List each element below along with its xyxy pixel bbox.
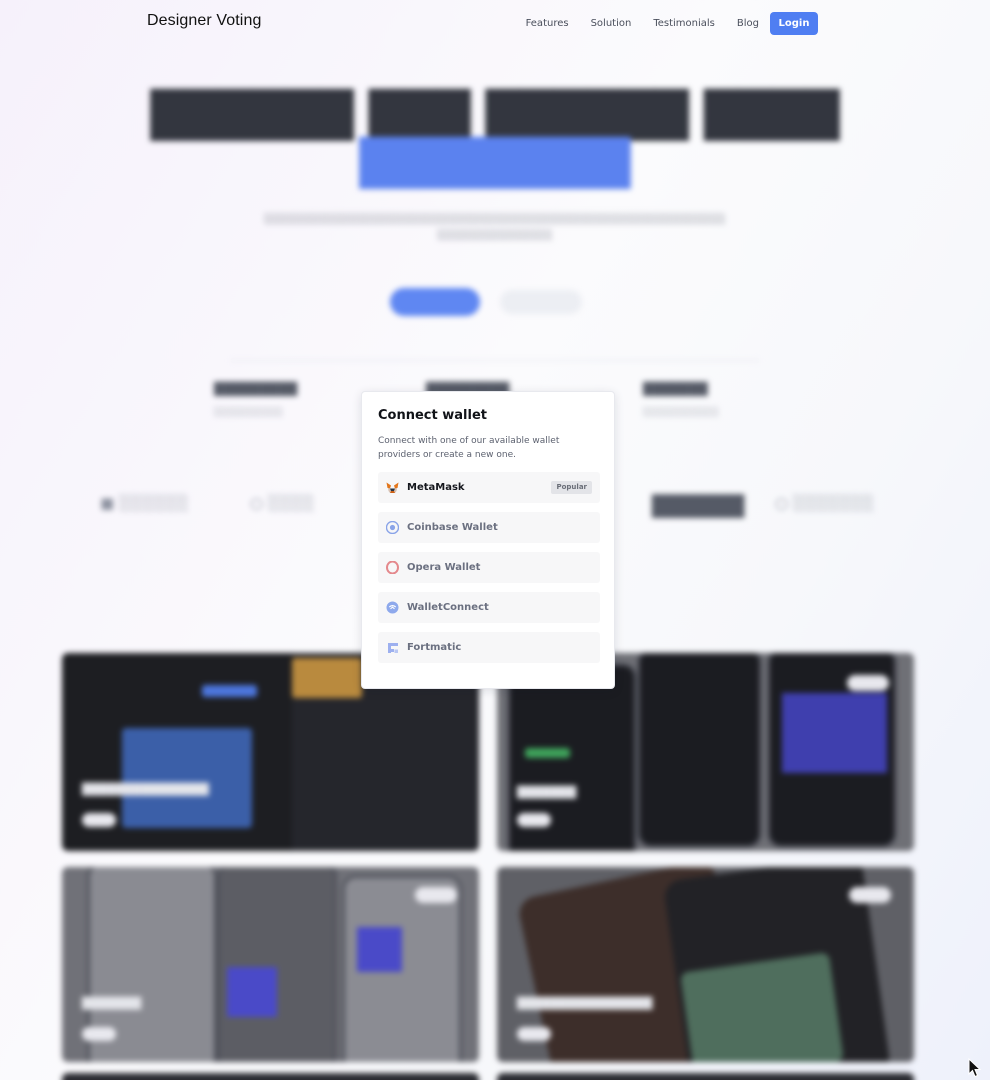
card-thumbnail [680,952,844,1062]
card-title-blurred: ███████████████ [82,783,209,796]
wallet-label: WalletConnect [407,602,489,613]
card-chip [517,1027,551,1041]
top-nav: Designer Voting Features Solution Testim… [0,0,990,45]
partner-logo-3: ██████ [652,494,745,518]
card-thumbnail [357,927,402,972]
wallet-label: Coinbase Wallet [407,522,498,533]
card-chip [82,1027,116,1041]
mouse-cursor-icon [968,1057,982,1080]
card-pill [202,685,257,697]
card-title-blurred: ███████ [82,997,142,1010]
popular-badge: Popular [551,481,592,494]
stat-block-1: █████████ ░░░░░░░░░░ [214,382,297,418]
card-title-blurred: ███████ [517,786,577,799]
stat-title-blurred: █████████ [214,382,298,396]
walletconnect-icon [386,601,399,614]
partner-logo-1: ■ ░░░░░░ [100,494,189,512]
card-badge [415,887,457,903]
modal-description: Connect with one of our available wallet… [378,436,560,460]
phone-mockup [637,653,762,848]
opera-icon [386,561,399,574]
metamask-fox-icon [386,481,399,494]
login-button[interactable]: Login [770,12,818,35]
section-divider [230,360,760,361]
card-title-blurred: ████████████████ [517,997,653,1010]
modal-title: Connect wallet [378,408,487,423]
wallet-option-coinbase[interactable]: Coinbase Wallet [378,512,600,543]
stat-sub-blurred: ░░░░░░░░░░ [214,408,284,418]
brand-logo[interactable]: Designer Voting [147,12,261,30]
connect-wallet-modal: Connect wallet Connect with one of our a… [361,391,615,689]
showcase-card-4: ████████████████ [497,867,914,1062]
wallet-option-opera[interactable]: Opera Wallet [378,552,600,583]
partner-logo-2: ○ ░░░░ [250,494,315,512]
showcase-card-6 [497,1073,914,1080]
card-badge [847,675,889,691]
card-thumbnail [782,693,887,773]
stat-sub-blurred: ░░░░░░░░░░░ [643,408,720,418]
hero-heading-blurred: ██████ ███ ██████ ████ ████████ [0,92,990,188]
showcase-card-5 [62,1073,479,1080]
coinbase-icon [386,521,399,534]
hero-heading-accent: ████████ [359,138,631,189]
nav-link-blog[interactable]: Blog [737,18,759,29]
hero-primary-button-blurred [390,288,480,316]
card-chip [517,813,551,827]
card-chip [82,813,116,827]
nav-link-testimonials[interactable]: Testimonials [653,18,715,29]
nav-link-features[interactable]: Features [526,18,569,29]
wallet-option-walletconnect[interactable]: WalletConnect [378,592,600,623]
stat-title-blurred: ███████ [643,382,708,396]
nav-links: Features Solution Testimonials Blog Logi… [526,12,818,35]
hero-subtitle-blurred: ░░░░░░░░░░░░░░░░░░░░░░░░░░░░░░░░░░░░░░░░… [264,214,726,241]
wallet-option-fortmatic[interactable]: Fortmatic [378,632,600,663]
hero-heading-line-1: ██████ ███ ██████ ████ [150,90,840,141]
card-pill [525,748,570,758]
fortmatic-icon [386,641,399,654]
hero-secondary-button-blurred [500,290,582,314]
wallet-label: Opera Wallet [407,562,481,573]
nav-link-solution[interactable]: Solution [591,18,632,29]
card-thumbnail [227,967,277,1017]
wallet-label: MetaMask [407,482,465,493]
card-badge [849,887,891,903]
wallet-option-metamask[interactable]: MetaMask Popular [378,472,600,503]
phone-mockup [217,867,337,1062]
card-thumbnail [292,658,362,698]
card-thumbnail [122,728,252,828]
wallet-label: Fortmatic [407,642,462,653]
stat-block-3: ███████ ░░░░░░░░░░░ [643,382,719,418]
wallet-list: MetaMask Popular Coinbase Wallet Opera W… [378,472,600,672]
partner-logo-4: ○ ░░░░░░░ [775,494,875,512]
showcase-card-3: ███████ [62,867,479,1062]
